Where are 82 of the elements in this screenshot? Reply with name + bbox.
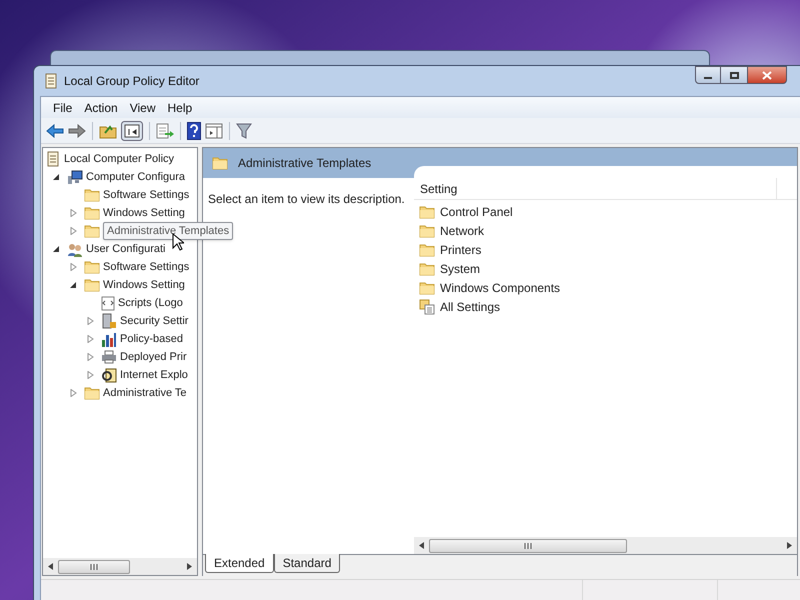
forward-arrow-icon[interactable] xyxy=(68,124,86,138)
tree-item[interactable]: Administrative Te xyxy=(103,384,187,402)
collapse-arrow-icon[interactable] xyxy=(52,245,60,253)
expand-arrow-icon[interactable] xyxy=(86,353,94,361)
tree-item[interactable]: Windows Setting xyxy=(103,204,185,222)
scroll-document-icon xyxy=(44,73,58,89)
action-pane-toggle-icon[interactable] xyxy=(205,122,223,138)
list-item[interactable]: All Settings xyxy=(440,298,500,316)
folder-icon xyxy=(419,224,435,238)
tree-item[interactable]: Computer Configura xyxy=(86,168,186,186)
expand-arrow-icon[interactable] xyxy=(70,389,76,397)
tree-item[interactable]: Software Settings xyxy=(103,186,190,204)
expand-arrow-icon[interactable] xyxy=(70,209,76,217)
view-tab[interactable]: Extended xyxy=(205,554,274,573)
users-icon xyxy=(67,242,83,256)
column-header[interactable]: Setting xyxy=(414,178,777,199)
list-item[interactable]: Windows Components xyxy=(440,278,560,296)
tree-item[interactable]: Internet Explo xyxy=(120,366,188,384)
tooltip: Administrative Templates xyxy=(103,222,234,240)
horizontal-scrollbar[interactable] xyxy=(43,558,197,575)
menu-item[interactable]: Action xyxy=(78,98,124,116)
folder-icon xyxy=(212,156,228,170)
folder-icon xyxy=(419,204,435,218)
tree-item[interactable]: Deployed Prir xyxy=(120,348,187,366)
tree-item[interactable]: Windows Setting xyxy=(103,276,185,294)
folder-icon xyxy=(84,386,100,400)
tree-item[interactable]: Scripts (Logo xyxy=(118,294,183,312)
list-item[interactable]: System xyxy=(440,260,480,278)
help-icon[interactable] xyxy=(187,122,201,140)
folder-icon xyxy=(419,242,435,256)
scroll-thumb[interactable] xyxy=(58,560,130,574)
bar-chart-icon xyxy=(101,332,117,346)
tree-item[interactable]: Local Computer Policy xyxy=(64,150,174,168)
collapse-arrow-icon[interactable] xyxy=(70,281,76,289)
scroll-document-icon xyxy=(46,151,60,167)
collapse-arrow-icon[interactable] xyxy=(52,173,60,181)
folder-icon xyxy=(84,188,100,202)
up-folder-icon[interactable] xyxy=(99,122,117,138)
expand-arrow-icon[interactable] xyxy=(86,335,94,343)
expand-arrow-icon[interactable] xyxy=(86,317,94,325)
tree-item[interactable]: Policy-based xyxy=(120,330,183,348)
folder-icon xyxy=(84,206,100,220)
list-item[interactable]: Control Panel xyxy=(440,202,513,220)
tree-item[interactable]: Security Settir xyxy=(120,312,188,330)
scroll-right-icon[interactable] xyxy=(787,542,792,549)
scroll-left-icon[interactable] xyxy=(48,563,53,570)
description-text: Select an item to view its description. xyxy=(208,192,405,206)
computer-icon xyxy=(67,170,83,184)
horizontal-scrollbar[interactable] xyxy=(414,537,797,554)
view-tab[interactable]: Standard xyxy=(274,554,340,573)
minimize-button[interactable] xyxy=(695,66,721,84)
list-item[interactable]: Printers xyxy=(440,240,482,258)
script-icon xyxy=(101,296,115,310)
scroll-right-icon[interactable] xyxy=(187,563,192,570)
folder-icon xyxy=(419,280,435,294)
printer-icon xyxy=(101,350,117,364)
window-title: Local Group Policy Editor xyxy=(64,73,200,90)
settings-document-icon xyxy=(101,368,117,382)
tree-item[interactable]: User Configurati xyxy=(86,240,166,258)
filter-icon[interactable] xyxy=(236,122,252,138)
export-list-icon[interactable] xyxy=(156,122,174,138)
close-button[interactable] xyxy=(747,66,787,84)
close-icon xyxy=(762,70,772,80)
folder-icon xyxy=(84,224,100,238)
expand-arrow-icon[interactable] xyxy=(86,371,94,379)
folder-icon xyxy=(84,260,100,274)
expand-arrow-icon[interactable] xyxy=(70,263,76,271)
expand-arrow-icon[interactable] xyxy=(70,227,76,235)
scroll-left-icon[interactable] xyxy=(419,542,424,549)
scroll-thumb[interactable] xyxy=(429,538,627,552)
menu-item[interactable]: File xyxy=(47,98,78,116)
maximize-button[interactable] xyxy=(721,66,747,84)
folder-icon xyxy=(419,262,435,276)
details-title: Administrative Templates xyxy=(238,155,372,172)
back-arrow-icon[interactable] xyxy=(46,124,64,138)
menu-item[interactable]: View xyxy=(124,98,162,116)
tree-item[interactable]: Software Settings xyxy=(103,258,190,276)
list-item[interactable]: Network xyxy=(440,222,484,240)
folder-icon xyxy=(84,278,100,292)
settings-list-icon xyxy=(419,298,435,314)
menu-item[interactable]: Help xyxy=(162,98,198,116)
tree-pane-toggle-icon[interactable] xyxy=(121,120,143,140)
